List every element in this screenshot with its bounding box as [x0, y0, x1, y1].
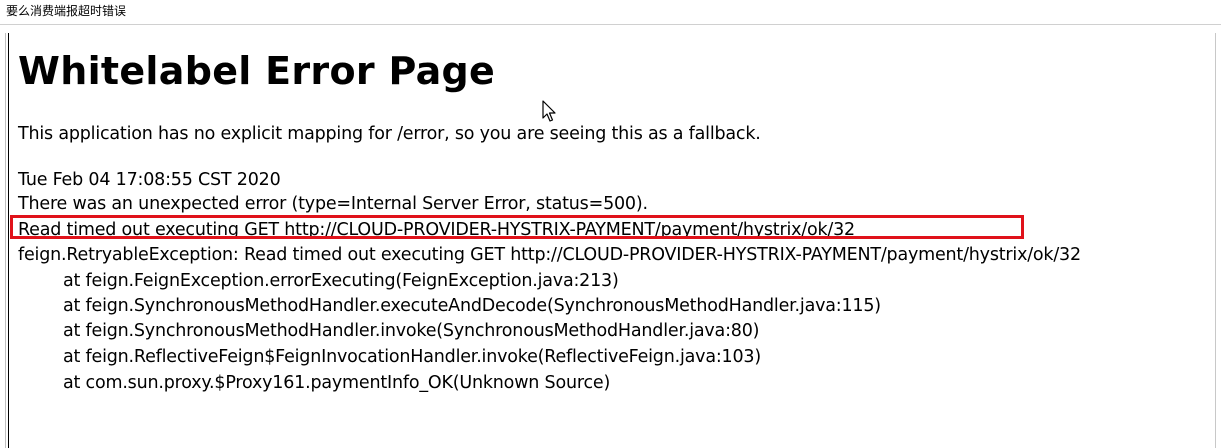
stack-trace-line: at feign.SynchronousMethodHandler.execut…: [63, 296, 881, 316]
mouse-pointer-icon: [542, 100, 556, 122]
error-summary: There was an unexpected error (type=Inte…: [18, 194, 648, 214]
stack-trace-line: at feign.FeignException.errorExecuting(F…: [63, 271, 619, 291]
highlight-annotation-box: [10, 215, 1024, 239]
left-divider: [5, 33, 6, 448]
caption-text: 要么消费端报超时错误: [6, 4, 127, 18]
stack-trace-line: at feign.SynchronousMethodHandler.invoke…: [63, 321, 760, 341]
stack-trace-line: at com.sun.proxy.$Proxy161.paymentInfo_O…: [63, 373, 611, 393]
exception-line: feign.RetryableException: Read timed out…: [18, 245, 1081, 265]
fallback-message: This application has no explicit mapping…: [18, 124, 761, 144]
stack-trace-line: at feign.ReflectiveFeign$FeignInvocation…: [63, 347, 761, 367]
page-title: Whitelabel Error Page: [18, 49, 496, 93]
error-timestamp: Tue Feb 04 17:08:55 CST 2020: [18, 170, 281, 190]
caption-bar: 要么消费端报超时错误: [0, 0, 1221, 25]
